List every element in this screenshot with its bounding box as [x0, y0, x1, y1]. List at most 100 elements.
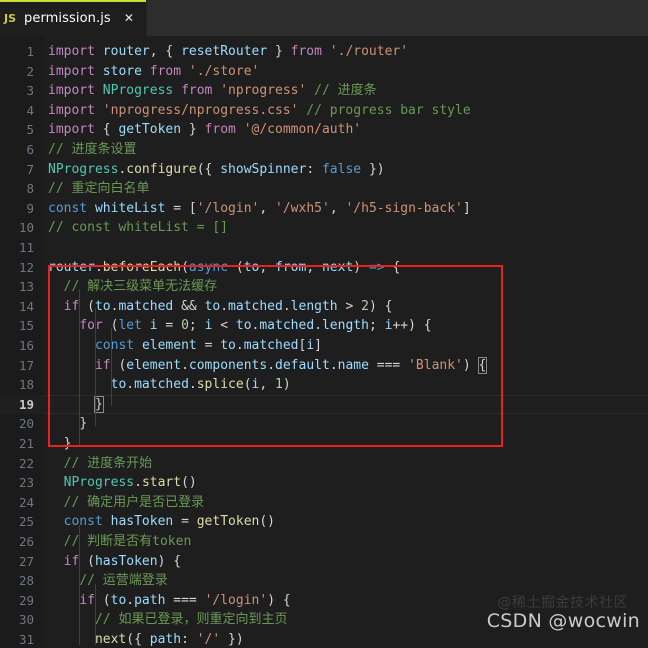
code-editor[interactable]: 1 import router, { resetRouter } from './…	[0, 36, 648, 648]
line-text: const element = to.matched[i]	[94, 338, 322, 353]
juejin-watermark: @稀土掘金技术社区	[497, 595, 628, 611]
code-line[interactable]: 25 const hasToken = getToken()	[0, 512, 648, 532]
line-number: 3	[26, 83, 34, 99]
line-text: NProgress.start()	[63, 475, 197, 491]
line-number: 7	[26, 161, 34, 177]
code-line[interactable]: 19 }	[0, 394, 648, 415]
indent-guide	[95, 308, 96, 426]
editor-tab-bar: JS permission.js ✕	[0, 0, 648, 36]
line-number: 28	[18, 573, 34, 589]
code-line[interactable]: 3 import NProgress from 'nprogress' // 进度…	[0, 81, 648, 101]
line-text: next({ path: '/' })	[94, 632, 244, 647]
code-line[interactable]: 23 NProgress.start()	[0, 473, 648, 493]
indent-guide	[79, 289, 80, 446]
code-line[interactable]: 20 }	[0, 414, 648, 434]
code-line[interactable]: 18 to.matched.splice(i, 1)	[0, 375, 648, 395]
line-number: 29	[18, 592, 34, 608]
line-number: 25	[18, 514, 34, 530]
code-line[interactable]: 15 for (let i = 0; i < to.matched.length…	[0, 316, 648, 336]
line-text: // 如果已登录，则重定向到主页	[94, 612, 288, 628]
line-text: // 解决三级菜单无法缓存	[63, 279, 218, 295]
line-text: if (to.matched && to.matched.length > 2)…	[63, 298, 393, 314]
code-line[interactable]: 12 router.beforeEach(async (to, from, nex…	[0, 258, 648, 278]
line-text: to.matched.splice(i, 1)	[110, 377, 291, 393]
line-number: 11	[18, 240, 34, 255]
close-icon[interactable]: ✕	[122, 12, 136, 24]
line-number: 18	[18, 377, 34, 393]
line-number: 19	[18, 396, 34, 412]
code-line[interactable]: 14 if (to.matched && to.matched.length >…	[0, 297, 648, 317]
code-line[interactable]: 21 }	[0, 434, 648, 454]
line-number: 26	[18, 534, 34, 549]
line-text: // const whiteList = []	[48, 220, 229, 236]
line-number: 24	[18, 494, 34, 510]
line-number: 31	[18, 632, 34, 647]
code-line[interactable]: 31 next({ path: '/' })	[0, 630, 648, 648]
code-line[interactable]: 5 import { getToken } from '@/common/auth…	[0, 120, 648, 140]
line-number: 14	[18, 298, 34, 314]
line-text: if (hasToken) {	[63, 553, 182, 569]
line-number: 4	[26, 102, 34, 118]
line-number: 23	[18, 475, 34, 491]
line-number: 15	[18, 318, 34, 334]
code-line[interactable]: 1 import router, { resetRouter } from './…	[0, 42, 648, 62]
line-text: // 进度条开始	[63, 455, 153, 471]
code-line[interactable]: 10 // const whiteList = []	[0, 218, 648, 238]
code-line[interactable]: 8 // 重定向白名单	[0, 179, 648, 199]
line-number: 16	[18, 338, 34, 353]
code-line[interactable]: 7 NProgress.configure({ showSpinner: fals…	[0, 160, 648, 180]
line-number: 20	[18, 416, 34, 432]
code-line[interactable]: 22 // 进度条开始	[0, 454, 648, 474]
line-text: import store from './store'	[48, 63, 260, 79]
line-text: }	[79, 416, 88, 432]
line-number: 12	[18, 259, 34, 275]
line-number: 22	[18, 455, 34, 471]
line-number: 13	[18, 279, 34, 295]
line-text: for (let i = 0; i < to.matched.length; i…	[79, 318, 432, 334]
line-text: import router, { resetRouter } from './r…	[48, 44, 409, 59]
code-line[interactable]: 13 // 解决三级菜单无法缓存	[0, 277, 648, 297]
code-line[interactable]: 26 // 判断是否有token	[0, 532, 648, 552]
line-text: // 判断是否有token	[63, 534, 192, 549]
code-line[interactable]: 6 // 进度条设置	[0, 140, 648, 160]
code-line[interactable]: 2 import store from './store'	[0, 62, 648, 82]
js-file-icon: JS	[3, 11, 16, 25]
code-line[interactable]: 24 // 确定用户是否已登录	[0, 493, 648, 513]
indent-guide	[95, 584, 96, 645]
line-text: const hasToken = getToken()	[63, 514, 276, 530]
line-text: if (to.path === '/login') {	[79, 592, 291, 608]
indent-guide	[111, 328, 112, 406]
line-text: // 运营端登录	[79, 573, 168, 589]
line-text: import NProgress from 'nprogress' // 进度条	[48, 83, 377, 99]
code-line[interactable]: 17 if (element.components.default.name =…	[0, 356, 648, 376]
line-text: router.beforeEach(async (to, from, next)…	[48, 259, 401, 275]
line-number: 5	[26, 122, 34, 138]
line-number: 27	[18, 553, 34, 569]
line-number: 1	[26, 44, 34, 59]
tab-permission-js[interactable]: JS permission.js ✕	[0, 0, 147, 36]
line-text: const whiteList = ['/login', '/wxh5', '/…	[48, 200, 471, 216]
line-number: 8	[26, 181, 34, 197]
line-text: // 确定用户是否已登录	[63, 494, 205, 510]
line-text: // 进度条设置	[48, 142, 137, 157]
line-text: // 重定向白名单	[48, 181, 150, 197]
line-number: 17	[18, 357, 34, 373]
line-text: NProgress.configure({ showSpinner: false…	[48, 161, 385, 177]
tab-label: permission.js	[24, 10, 111, 26]
code-line[interactable]: 16 const element = to.matched[i]	[0, 336, 648, 356]
code-line[interactable]: 11	[0, 238, 648, 258]
line-text: if (element.components.default.name === …	[94, 356, 488, 374]
indent-guide	[79, 525, 80, 645]
line-number: 10	[18, 220, 34, 236]
code-line[interactable]: 27 if (hasToken) {	[0, 552, 648, 572]
line-text: }	[63, 436, 72, 451]
line-text: import { getToken } from '@/common/auth'	[48, 122, 362, 138]
code-line[interactable]: 9 const whiteList = ['/login', '/wxh5', '…	[0, 199, 648, 219]
code-line[interactable]: 28 // 运营端登录	[0, 571, 648, 591]
code-content[interactable]: 1 import router, { resetRouter } from './…	[0, 36, 648, 648]
line-number: 21	[18, 436, 34, 451]
code-line[interactable]: 4 import 'nprogress/nprogress.css' // pro…	[0, 101, 648, 121]
line-number: 9	[26, 200, 34, 216]
code-editor-window: JS permission.js ✕ 1 import router, { res…	[0, 0, 648, 648]
line-number: 30	[18, 612, 34, 628]
